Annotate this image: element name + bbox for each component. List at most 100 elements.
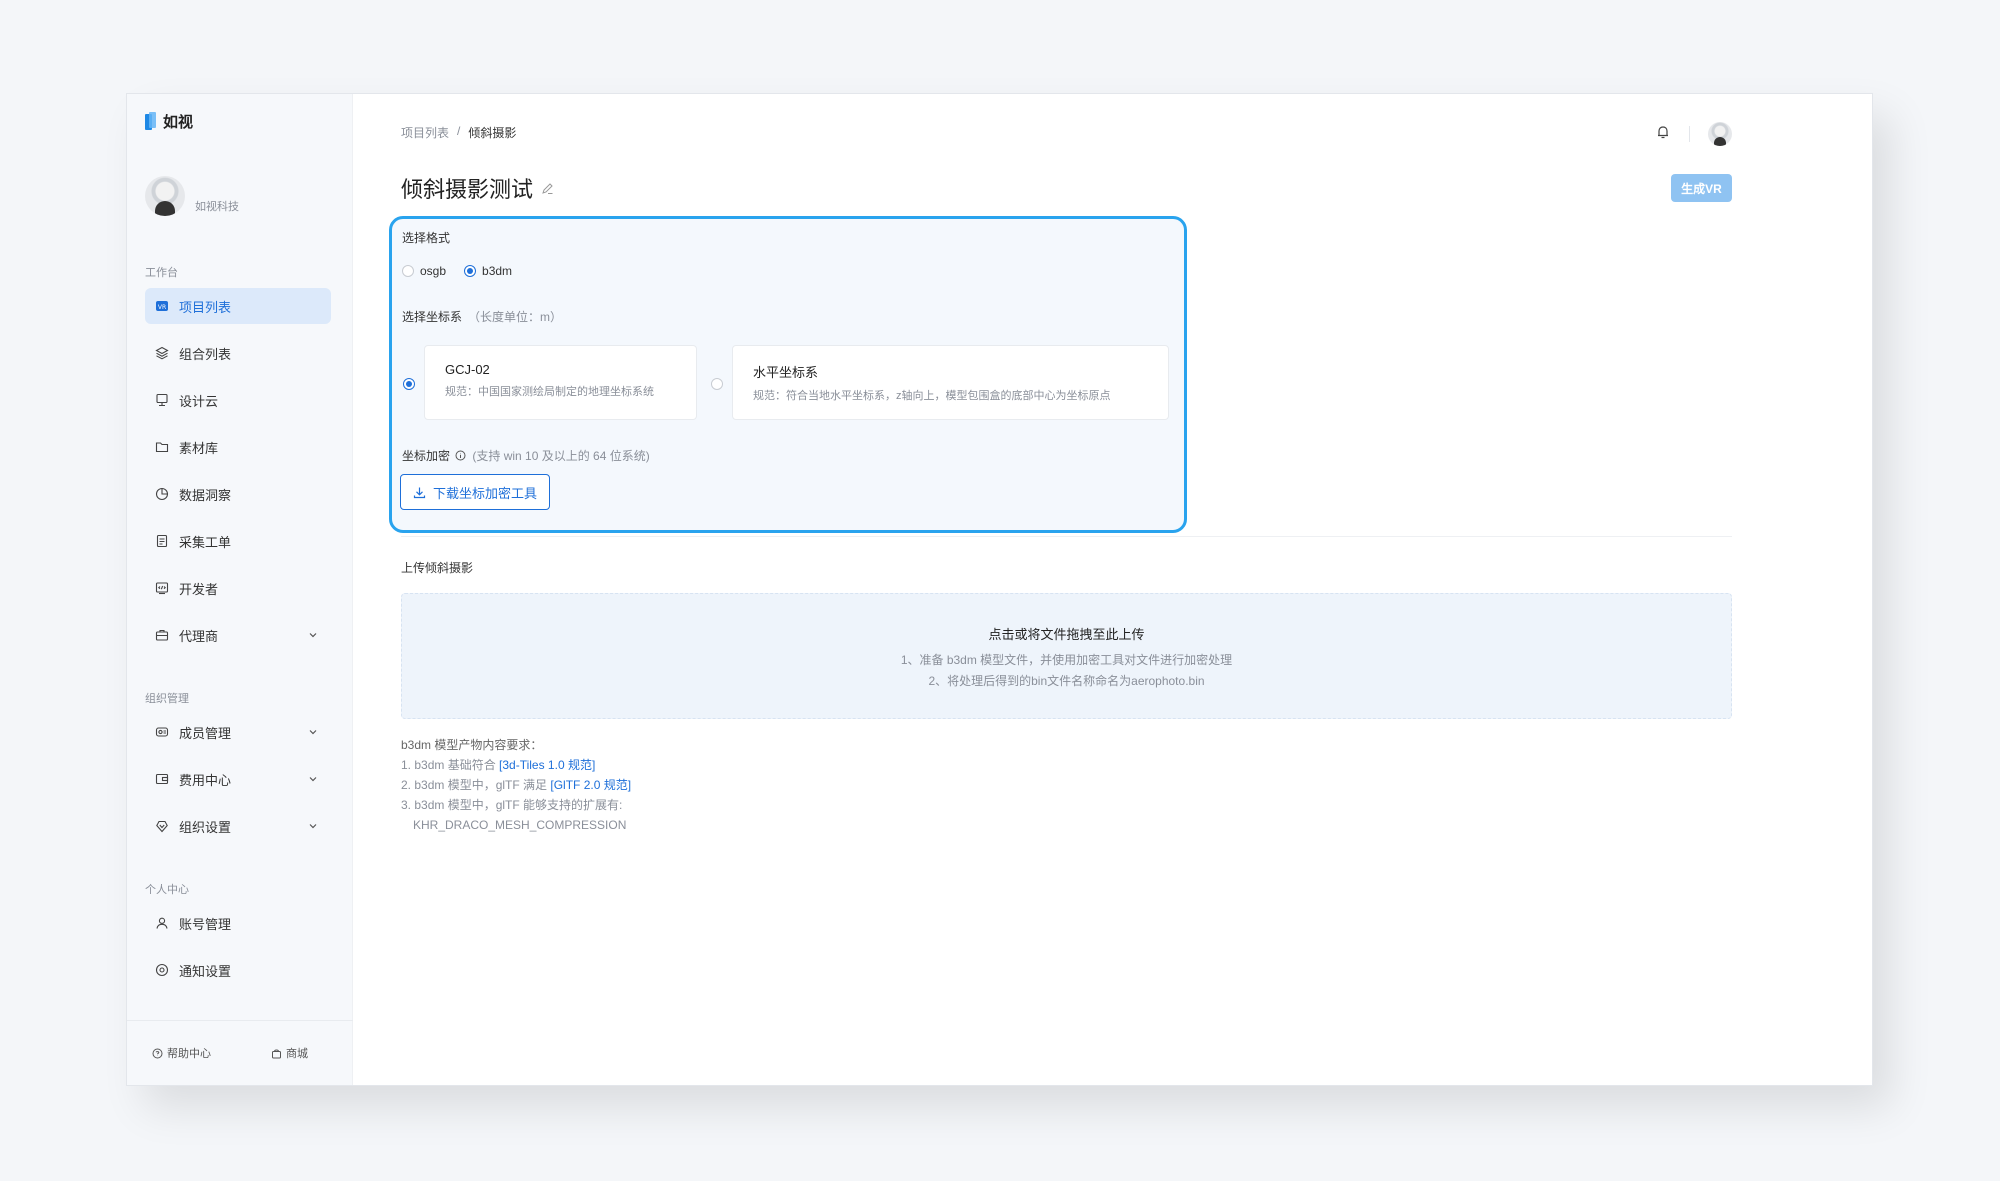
main-content: 项目列表 / 倾斜摄影 倾斜摄影测试 生成VR 选择格式 osgb b3dm 选… bbox=[353, 94, 1872, 1085]
3d-tiles-spec-link[interactable]: [3d-Tiles 1.0 规范] bbox=[499, 758, 595, 772]
members-icon bbox=[155, 725, 169, 739]
sidebar-item-label: 采集工单 bbox=[179, 534, 232, 550]
chevron-down-icon[interactable] bbox=[307, 726, 319, 738]
download-button-label: 下载坐标加密工具 bbox=[433, 485, 538, 501]
sidebar-item-insights[interactable]: 数据洞察 bbox=[145, 476, 331, 512]
format-label: 选择格式 bbox=[402, 231, 451, 245]
header-actions bbox=[1655, 122, 1732, 146]
store-link[interactable]: 商城 bbox=[271, 1045, 308, 1061]
logo-icon bbox=[145, 111, 157, 132]
radio-icon bbox=[402, 265, 414, 277]
help-icon bbox=[152, 1048, 163, 1058]
sidebar-item-work-orders[interactable]: 采集工单 bbox=[145, 523, 331, 559]
profile-name: 如视科技 bbox=[195, 201, 239, 213]
chevron-down-icon[interactable] bbox=[307, 773, 319, 785]
section-label-workbench: 工作台 bbox=[145, 267, 178, 279]
help-center-link[interactable]: 帮助中心 bbox=[152, 1045, 211, 1061]
requirement-3-extension: KHR_DRACO_MESH_COMPRESSION bbox=[413, 818, 627, 832]
sidebar-footer: 帮助中心 商城 bbox=[127, 1020, 353, 1085]
coords-card-horizontal[interactable]: 水平坐标系 规范：符合当地水平坐标系，z轴向上，模型包围盒的底部中心为坐标原点 bbox=[732, 345, 1169, 420]
encrypt-label: 坐标加密 (支持 win 10 及以上的 64 位系统) bbox=[402, 447, 650, 464]
profile[interactable]: 如视科技 bbox=[145, 176, 239, 216]
sidebar-item-members[interactable]: 成员管理 bbox=[145, 714, 331, 750]
coords-radio-gcj02[interactable] bbox=[403, 378, 415, 390]
avatar[interactable] bbox=[145, 176, 185, 216]
help-center-label: 帮助中心 bbox=[167, 1048, 211, 1060]
svg-text:VR: VR bbox=[158, 304, 166, 311]
format-radio-group: osgb b3dm bbox=[402, 264, 512, 278]
coords-label-text: 选择坐标系 bbox=[402, 310, 463, 324]
sidebar-item-label: 数据洞察 bbox=[179, 487, 232, 503]
header-divider bbox=[1689, 126, 1690, 142]
requirements-title: b3dm 模型产物内容要求： bbox=[401, 738, 543, 752]
coords-hint: （长度单位：m） bbox=[468, 310, 563, 324]
shield-icon bbox=[155, 819, 169, 833]
requirement-text: 1. b3dm 基础符合 bbox=[401, 758, 500, 772]
sidebar-item-design-cloud[interactable]: 设计云 bbox=[145, 382, 331, 418]
bell-icon[interactable] bbox=[1655, 124, 1671, 145]
logo-text: 如视 bbox=[163, 114, 194, 131]
gltf-spec-link[interactable]: [GlTF 2.0 规范] bbox=[550, 778, 631, 792]
coords-card-name: GCJ-02 bbox=[445, 362, 490, 377]
sidebar-item-combos[interactable]: 组合列表 bbox=[145, 335, 331, 371]
sidebar: 如视 如视科技 工作台 VR 项目列表 组合列表 设计云 素材库 数据洞察 采集… bbox=[127, 94, 353, 1085]
app-window: 如视 如视科技 工作台 VR 项目列表 组合列表 设计云 素材库 数据洞察 采集… bbox=[126, 93, 1873, 1086]
code-icon bbox=[155, 581, 169, 595]
breadcrumb-current: 倾斜摄影 bbox=[468, 126, 517, 140]
download-encrypt-tool-button[interactable]: 下载坐标加密工具 bbox=[400, 474, 551, 510]
coords-label: 选择坐标系 （长度单位：m） bbox=[402, 308, 562, 325]
sidebar-item-billing[interactable]: 费用中心 bbox=[145, 761, 331, 797]
requirements: b3dm 模型产物内容要求： 1. b3dm 基础符合 [3d-Tiles 1.… bbox=[401, 735, 631, 835]
radio-checked-icon bbox=[464, 265, 477, 277]
sidebar-item-label: 开发者 bbox=[179, 581, 219, 597]
avatar[interactable] bbox=[1708, 122, 1732, 146]
folder-icon bbox=[155, 440, 169, 454]
encrypt-hint: (支持 win 10 及以上的 64 位系统) bbox=[472, 449, 650, 463]
document-icon bbox=[155, 534, 169, 548]
sidebar-item-label: 素材库 bbox=[179, 440, 219, 456]
logo[interactable]: 如视 bbox=[145, 111, 193, 132]
sidebar-item-projects[interactable]: VR 项目列表 bbox=[145, 288, 331, 324]
breadcrumb-root[interactable]: 项目列表 bbox=[401, 124, 449, 141]
user-icon bbox=[155, 916, 169, 930]
coords-radio-horizontal[interactable] bbox=[711, 378, 723, 390]
chevron-down-icon[interactable] bbox=[307, 629, 319, 641]
info-icon[interactable] bbox=[455, 450, 466, 461]
encrypt-label-text: 坐标加密 bbox=[402, 449, 451, 463]
requirement-3: 3. b3dm 模型中，glTF 能够支持的扩展有: bbox=[401, 798, 623, 812]
settings-icon bbox=[155, 963, 169, 977]
coords-card-gcj02[interactable]: GCJ-02 规范：中国国家测绘局制定的地理坐标系统 bbox=[424, 345, 697, 420]
sidebar-item-developer[interactable]: 开发者 bbox=[145, 570, 331, 606]
format-settings-panel: 选择格式 osgb b3dm 选择坐标系 （长度单位：m） GCJ-02 规范：中… bbox=[389, 216, 1187, 533]
sidebar-item-materials[interactable]: 素材库 bbox=[145, 429, 331, 465]
store-label: 商城 bbox=[286, 1048, 308, 1060]
requirement-text: 2. b3dm 模型中，glTF 满足 bbox=[401, 778, 551, 792]
pie-icon bbox=[155, 487, 169, 501]
format-option-osgb[interactable]: osgb bbox=[402, 264, 446, 278]
briefcase-icon bbox=[155, 628, 169, 642]
section-label-org: 组织管理 bbox=[145, 693, 189, 705]
sidebar-item-label: 组织设置 bbox=[179, 819, 232, 835]
dropzone-main-text: 点击或将文件拖拽至此上传 bbox=[988, 626, 1145, 642]
format-option-b3dm[interactable]: b3dm bbox=[464, 264, 512, 278]
upload-dropzone[interactable]: 点击或将文件拖拽至此上传 1、准备 b3dm 模型文件，并使用加密工具对文件进行… bbox=[401, 593, 1732, 719]
sidebar-item-label: 费用中心 bbox=[179, 772, 232, 788]
breadcrumb: 项目列表 / 倾斜摄影 bbox=[401, 124, 516, 141]
bag-icon bbox=[272, 1049, 281, 1058]
edit-icon[interactable] bbox=[541, 175, 554, 201]
page-title: 倾斜摄影测试 bbox=[401, 172, 554, 204]
sidebar-item-org-settings[interactable]: 组织设置 bbox=[145, 808, 331, 844]
vr-icon: VR bbox=[155, 299, 169, 313]
dropzone-instruction-2: 2、将处理后得到的bin文件名称命名为aerophoto.bin bbox=[928, 673, 1205, 688]
wallet-icon bbox=[155, 772, 169, 786]
sidebar-item-notifications[interactable]: 通知设置 bbox=[145, 952, 331, 988]
sidebar-item-agents[interactable]: 代理商 bbox=[145, 617, 331, 653]
dropzone-instruction-1: 1、准备 b3dm 模型文件，并使用加密工具对文件进行加密处理 bbox=[900, 652, 1233, 667]
coords-card-desc: 规范：符合当地水平坐标系，z轴向上，模型包围盒的底部中心为坐标原点 bbox=[753, 390, 1111, 402]
sidebar-item-account[interactable]: 账号管理 bbox=[145, 905, 331, 941]
page-title-text: 倾斜摄影测试 bbox=[401, 177, 534, 202]
chevron-down-icon[interactable] bbox=[307, 820, 319, 832]
requirement-2: 2. b3dm 模型中，glTF 满足 [GlTF 2.0 规范] bbox=[401, 775, 631, 795]
generate-vr-button[interactable]: 生成VR bbox=[1671, 174, 1732, 202]
download-icon bbox=[413, 487, 426, 498]
